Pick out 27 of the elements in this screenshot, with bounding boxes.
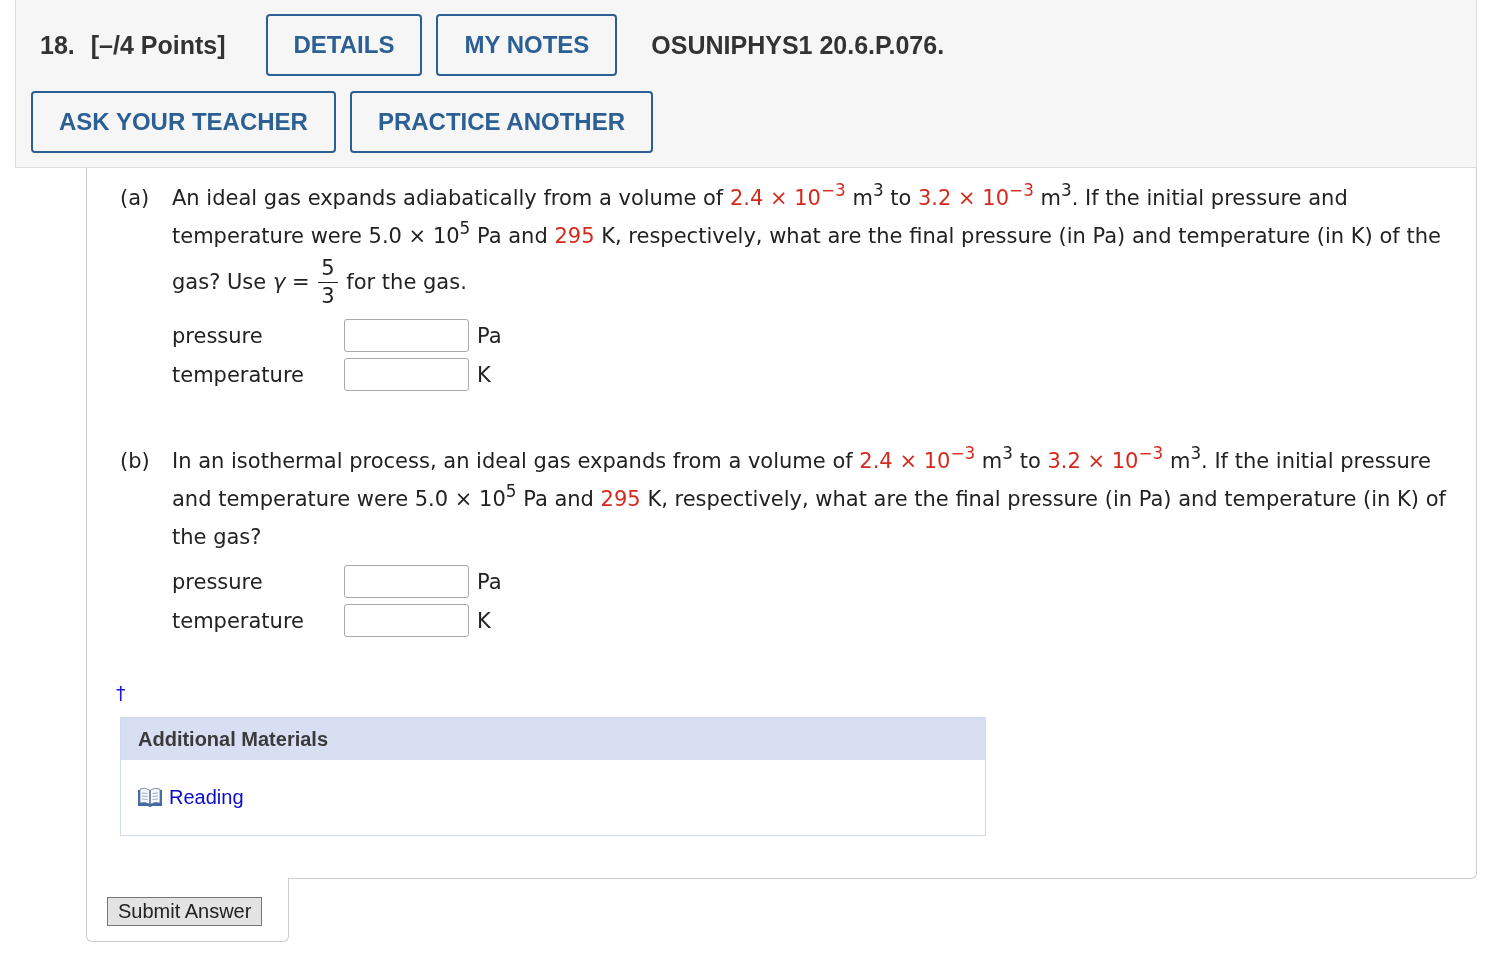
problem-code: OSUNIPHYS1 20.6.P.076. xyxy=(651,30,945,60)
question-text: In an isothermal process, an ideal gas expands from a volume of 2.4 × 10$^{−3}$ m$^{3}$ to 3.2 × 10$^{−3}$ m$^{3}$. If the initial pressure and temperature were 5.0 × 10$^{5}$ Pa and 295 K, respectively, what are the final pressure (in Pa) and temperature (in K) of the gas? xyxy=(172,442,1448,551)
part-label: (a) xyxy=(120,185,151,212)
header-button[interactable]: ASK YOUR TEACHER xyxy=(31,91,336,153)
answer-field[interactable] xyxy=(344,319,469,352)
footnote-mark: † xyxy=(116,681,126,705)
answer-field[interactable] xyxy=(344,604,469,637)
part-label: (b) xyxy=(120,448,151,475)
answer-label: pressure xyxy=(172,323,264,348)
reading-link[interactable]: Reading xyxy=(169,786,244,809)
unit-label: Pa xyxy=(477,323,502,348)
answer-label: pressure xyxy=(172,569,264,594)
answer-label: temperature xyxy=(172,362,305,387)
answer-field[interactable] xyxy=(344,565,469,598)
unit-label: K xyxy=(477,608,491,633)
answer-field[interactable] xyxy=(344,358,469,391)
answer-label: temperature xyxy=(172,608,305,633)
header-button[interactable]: DETAILS xyxy=(265,14,423,76)
unit-label: Pa xyxy=(477,569,502,594)
header-button[interactable]: PRACTICE ANOTHER xyxy=(349,91,654,153)
materials-title: Additional Materials xyxy=(121,718,985,760)
submit-button[interactable]: Submit Answer xyxy=(107,897,263,926)
header-button[interactable]: MY NOTES xyxy=(436,14,618,76)
unit-label: K xyxy=(477,362,491,387)
book-icon xyxy=(137,786,163,809)
points-label: [–/4 Points] xyxy=(90,30,226,60)
question-number: 18. xyxy=(40,30,75,60)
